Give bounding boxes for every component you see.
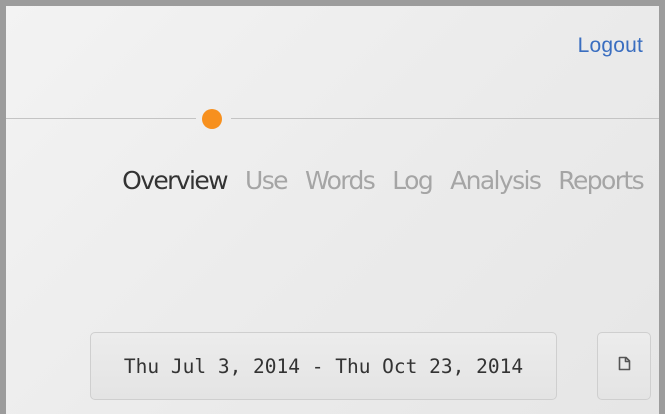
progress-line-left bbox=[6, 118, 196, 119]
app-frame: Logout Overview Use Words Log Analysis R… bbox=[0, 0, 665, 414]
date-range-picker-button[interactable]: Thu Jul 3, 2014 - Thu Oct 23, 2014 bbox=[90, 332, 557, 400]
progress-line-right bbox=[231, 118, 659, 119]
calendar-icon bbox=[618, 356, 631, 376]
tab-overview[interactable]: Overview bbox=[122, 166, 229, 195]
calendar-button[interactable] bbox=[597, 332, 651, 400]
tab-reports[interactable]: Reports bbox=[558, 166, 644, 195]
date-range-text: Thu Jul 3, 2014 - Thu Oct 23, 2014 bbox=[123, 354, 524, 378]
progress-indicator-dot bbox=[202, 109, 222, 129]
tab-words[interactable]: Words bbox=[305, 166, 376, 195]
tab-log[interactable]: Log bbox=[392, 166, 433, 195]
tab-use[interactable]: Use bbox=[245, 166, 289, 195]
tab-analysis[interactable]: Analysis bbox=[450, 166, 542, 195]
logout-link[interactable]: Logout bbox=[578, 34, 643, 58]
main-nav-tabs: Overview Use Words Log Analysis Reports bbox=[122, 166, 644, 195]
